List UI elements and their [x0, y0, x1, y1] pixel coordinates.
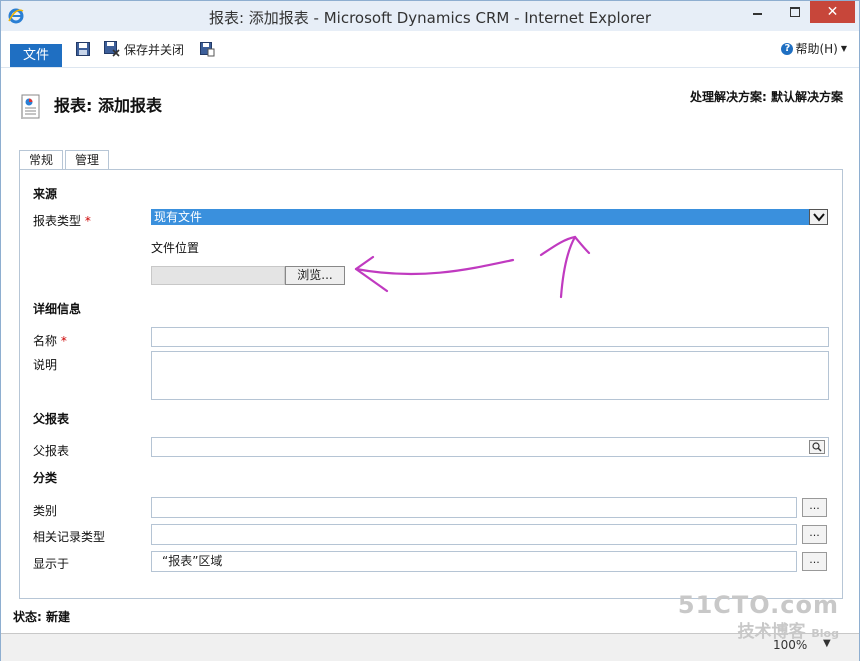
browser-window: 报表: 添加报表 - Microsoft Dynamics CRM - Inte…	[0, 0, 860, 661]
hand-drawn-arrow-annotation	[354, 235, 591, 299]
